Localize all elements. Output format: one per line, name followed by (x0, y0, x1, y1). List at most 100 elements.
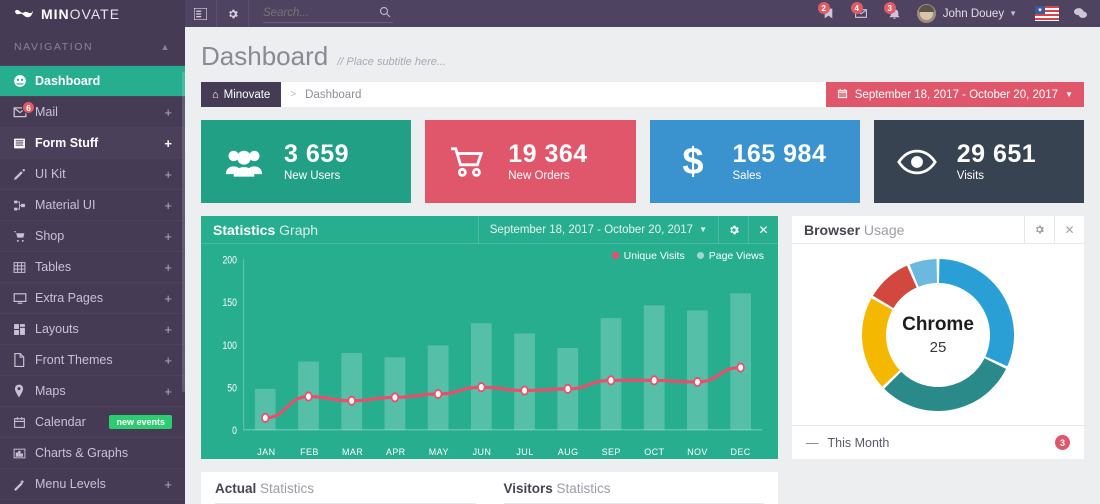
sidebar-item-label: Form Stuff (35, 136, 164, 150)
wave-logo-icon (14, 7, 34, 21)
visitors-statistics-section: Visitors Statistics (490, 472, 779, 504)
sidebar-item-label: Extra Pages (35, 291, 164, 305)
brand-logo-area[interactable]: MINOVATE (0, 0, 185, 27)
chevron-up-icon[interactable]: ▲ (160, 42, 171, 52)
browser-donut-area: Chrome 25 (792, 244, 1084, 425)
sidebar-item-calendar[interactable]: Calendarnew events (0, 407, 185, 438)
bar (471, 323, 492, 430)
stat-card-sales[interactable]: $165 984 Sales (650, 120, 860, 203)
expand-plus-icon[interactable]: + (164, 261, 172, 274)
bell-icon[interactable]: 3 (878, 0, 911, 27)
expand-plus-icon[interactable]: + (164, 199, 172, 212)
actual-statistics-title: Actual Statistics (215, 481, 476, 504)
monitor-icon (13, 292, 35, 305)
line-point (694, 378, 701, 386)
page-header: Dashboard // Place subtitle here... (185, 27, 1100, 72)
chevron-down-icon[interactable]: ▼ (1009, 9, 1017, 18)
search-icon[interactable] (379, 6, 391, 21)
expand-plus-icon[interactable]: + (164, 230, 172, 243)
sidebar-item-charts-graphs[interactable]: Charts & Graphs (0, 438, 185, 469)
donut-slice-safari[interactable] (862, 298, 900, 386)
expand-plus-icon[interactable]: + (164, 478, 172, 491)
stat-card-text: 3 659New Users (284, 141, 349, 181)
statistics-gear-icon[interactable] (718, 216, 748, 244)
users-icon (221, 147, 267, 177)
x-tick-label: APR (374, 447, 417, 457)
sidebar-item-layouts[interactable]: Layouts+ (0, 314, 185, 345)
stat-card-new-orders[interactable]: 19 364New Orders (425, 120, 635, 203)
stat-card-label: New Users (284, 170, 349, 182)
line-point (651, 376, 658, 384)
brand-name: MINOVATE (41, 6, 120, 22)
donut-slice-opera[interactable] (873, 265, 917, 307)
y-tick-label: 0 (232, 425, 237, 437)
expand-plus-icon[interactable]: + (164, 292, 172, 305)
map-pin-icon (13, 384, 35, 398)
svg-text:$: $ (682, 143, 703, 181)
sidebar-scrollbar[interactable] (182, 72, 185, 392)
bar (601, 318, 622, 430)
stat-card-value: 19 364 (508, 141, 587, 167)
statistics-close-icon[interactable]: ✕ (748, 216, 778, 244)
page-title: Dashboard (201, 41, 328, 72)
this-month-row[interactable]: — This Month 3 (792, 425, 1084, 459)
sidebar-item-dashboard[interactable]: Dashboard (0, 66, 185, 97)
form-icon (13, 137, 35, 150)
visitors-statistics-bold: Visitors (504, 481, 553, 496)
breadcrumb-home[interactable]: ⌂ Minovate (201, 82, 281, 107)
sidebar-item-shop[interactable]: Shop+ (0, 221, 185, 252)
x-tick-label: FEB (288, 447, 331, 457)
date-range-picker[interactable]: September 18, 2017 - October 20, 2017 ▼ (826, 82, 1084, 107)
bell-badge: 3 (884, 2, 896, 14)
statistics-date-range[interactable]: September 18, 2017 - October 20, 2017 ▼ (478, 216, 718, 244)
expand-plus-icon[interactable]: + (164, 323, 172, 336)
stat-card-new-users[interactable]: 3 659New Users (201, 120, 411, 203)
line-point (608, 376, 615, 384)
legend-item-page-views: Page Views (697, 250, 764, 262)
sidebar-item-extra-pages[interactable]: Extra Pages+ (0, 283, 185, 314)
browser-close-icon[interactable]: ✕ (1054, 216, 1084, 244)
chat-bubble-icon[interactable] (1067, 0, 1100, 27)
page-title-row: Dashboard // Place subtitle here... (201, 41, 1084, 72)
sidebar-item-label: Menu Levels (35, 477, 164, 491)
expand-plus-icon[interactable]: + (164, 106, 172, 119)
line-point (262, 414, 269, 422)
sidebar-item-mail[interactable]: 6Mail+ (0, 97, 185, 128)
search-input[interactable] (263, 5, 393, 23)
user-menu[interactable]: John Douey ▼ (911, 4, 1027, 23)
gear-icon[interactable] (217, 0, 249, 27)
flag-usa-icon[interactable]: ✷ (1035, 6, 1059, 21)
sidebar-item-label: UI Kit (35, 167, 164, 181)
sidebar-item-form-stuff[interactable]: Form Stuff+ (0, 128, 185, 159)
expand-plus-icon[interactable]: + (164, 354, 172, 367)
line-series (265, 368, 740, 418)
donut-slice-firefox[interactable] (884, 358, 1006, 411)
x-tick-label: MAR (331, 447, 374, 457)
bookmark-icon[interactable]: 2 (812, 0, 845, 27)
chevron-down-icon: ▼ (699, 225, 707, 234)
bar (341, 353, 362, 430)
sidebar-item-label: Calendar (35, 415, 109, 429)
line-point (565, 385, 572, 393)
sidebar-item-material-ui[interactable]: Material UI+ (0, 190, 185, 221)
stat-card-visits[interactable]: 29 651Visits (874, 120, 1084, 203)
stat-card-value: 165 984 (733, 141, 827, 167)
expand-plus-icon[interactable]: + (164, 137, 172, 150)
sidebar: MINOVATE NAVIGATION ▲ Dashboard6Mail+For… (0, 0, 185, 504)
sidebar-item-front-themes[interactable]: Front Themes+ (0, 345, 185, 376)
browser-title-light: Usage (864, 222, 904, 238)
sidebar-item-maps[interactable]: Maps+ (0, 376, 185, 407)
sidebar-toggle-icon[interactable] (185, 0, 217, 27)
sidebar-item-tables[interactable]: Tables+ (0, 252, 185, 283)
stat-card-label: Sales (733, 170, 827, 182)
expand-plus-icon[interactable]: + (164, 385, 172, 398)
actual-statistics-bold: Actual (215, 481, 256, 496)
stat-card-text: 19 364New Orders (508, 141, 587, 181)
sidebar-item-menu-levels[interactable]: Menu Levels+ (0, 469, 185, 500)
search-box[interactable] (249, 5, 391, 23)
sidebar-item-ui-kit[interactable]: UI Kit+ (0, 159, 185, 190)
donut-slice-chrome[interactable] (939, 259, 1014, 366)
envelope-icon[interactable]: 4 (845, 0, 878, 27)
browser-gear-icon[interactable] (1024, 216, 1054, 244)
expand-plus-icon[interactable]: + (164, 168, 172, 181)
